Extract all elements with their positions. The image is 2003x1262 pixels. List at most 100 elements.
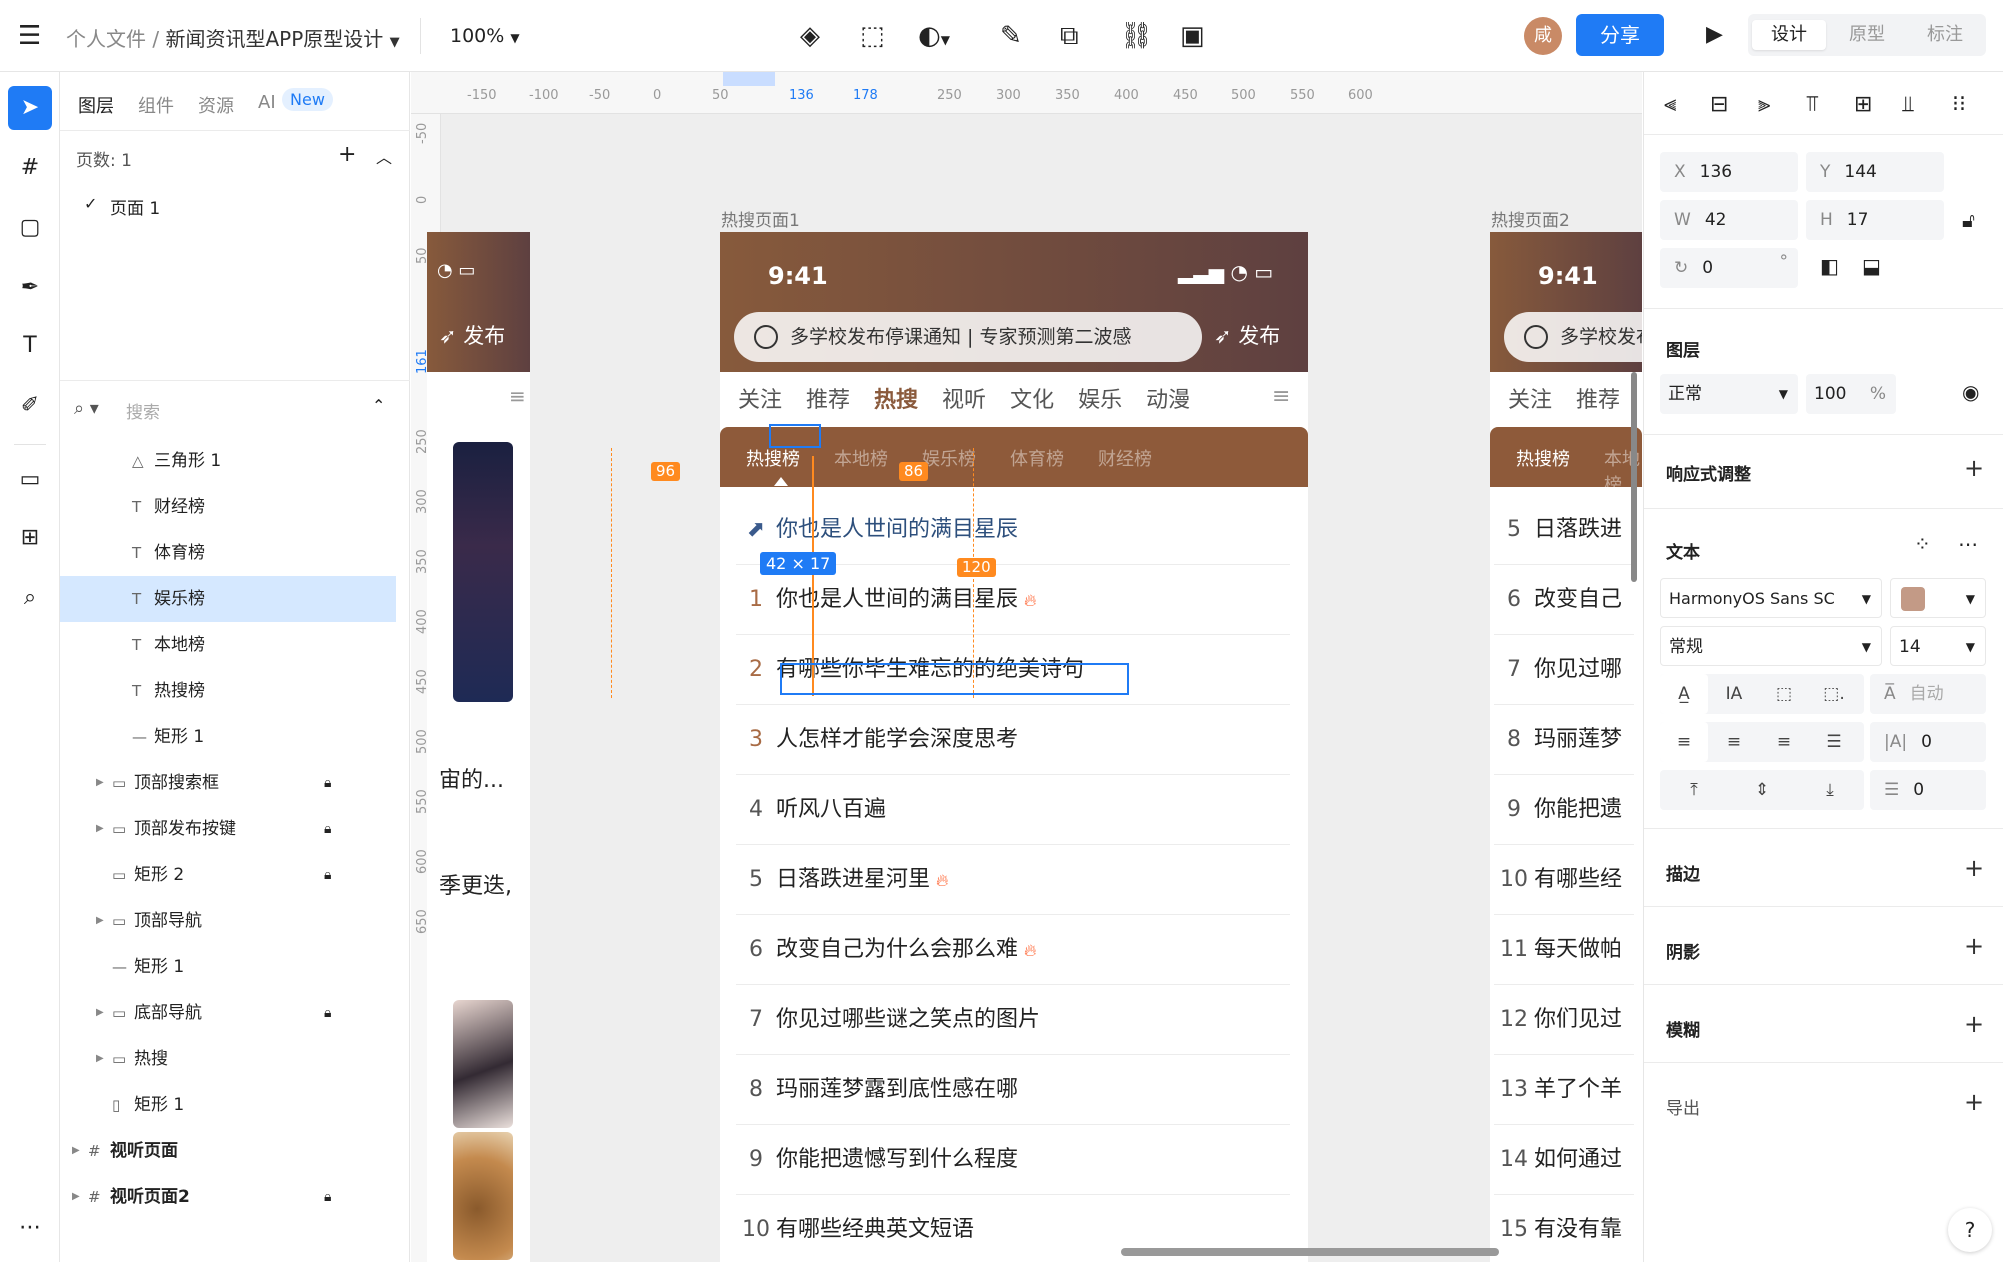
blend-mode-select[interactable]: 正常 ▼ [1660, 374, 1798, 414]
lock-ratio-icon[interactable]: 🔓︎ [1962, 208, 1975, 232]
hot-list-item[interactable]: 1 你也是人世间的满目星辰 🔥︎ [736, 565, 1290, 635]
add-shadow-icon[interactable]: + [1964, 932, 1984, 960]
expand-arrow-icon[interactable]: ▶ [96, 990, 104, 1036]
line-height-field[interactable]: A̅ 自动 [1870, 674, 1986, 714]
tab-annotate[interactable]: 标注 [1908, 20, 1982, 50]
page-item[interactable]: 页面 1 [110, 194, 160, 219]
layer-row[interactable]: T 娱乐榜 [60, 576, 396, 622]
search-icon[interactable]: ⌕ [14, 582, 46, 614]
text-auto-width-icon[interactable]: ⬚ [1760, 674, 1808, 714]
layer-search-input[interactable]: 搜索 [126, 398, 160, 423]
collapse-icon[interactable]: ︿ [376, 144, 392, 168]
lock-icon[interactable]: 🔒︎ [324, 852, 331, 898]
expand-arrow-icon[interactable]: ▶ [96, 898, 104, 944]
text-truncate-icon[interactable]: ⬚. [1810, 674, 1858, 714]
frame-transform-icon[interactable]: ⬚ [860, 22, 885, 50]
tab-design[interactable]: 设计 [1752, 20, 1826, 50]
expand-arrow-icon[interactable]: ▶ [96, 760, 104, 806]
hot-list-item[interactable]: 12 你们见过 [1494, 985, 1634, 1055]
hot-list-item[interactable]: 13 羊了个羊 [1494, 1055, 1634, 1125]
selection-box[interactable] [769, 424, 821, 448]
layer-row[interactable]: — 矩形 1 [60, 714, 396, 760]
expand-arrow-icon[interactable]: ▶ [72, 1174, 80, 1220]
layer-row[interactable]: T 体育榜 [60, 530, 396, 576]
sub-tab[interactable]: 本地榜 [834, 445, 888, 471]
expand-arrow-icon[interactable]: ▶ [72, 1128, 80, 1174]
layer-row[interactable]: T 热搜榜 [60, 668, 396, 714]
align-text-right-icon[interactable]: ≡ [1760, 722, 1808, 762]
hot-list-item[interactable]: 4 听风八百遍 [736, 775, 1290, 845]
select-tool-icon[interactable]: ➤ [8, 86, 52, 130]
nav-tab[interactable]: 娱乐 [1078, 388, 1122, 413]
text-auto-height-icon[interactable]: IA [1710, 674, 1758, 714]
hot-list-item[interactable]: 5 日落跌进 [1494, 495, 1634, 565]
text-fixed-icon[interactable]: A̲ [1660, 674, 1708, 714]
nav-tab[interactable]: 视听 [942, 388, 986, 413]
lock-icon[interactable]: 🔒︎ [324, 990, 331, 1036]
font-color-picker[interactable]: ▼ [1890, 578, 1986, 618]
frame-label[interactable]: 热搜页面1 [721, 206, 800, 231]
layer-row[interactable]: ▶ ▭ 顶部发布按键 🔒︎ [60, 806, 396, 852]
flip-horizontal-icon[interactable]: ◧ [1820, 254, 1839, 278]
distribute-icon[interactable]: ⁝⁝ [1952, 92, 1966, 117]
paragraph-spacing-field[interactable]: ☰ 0 [1870, 770, 1986, 810]
more-options-icon[interactable]: ⋯ [1958, 532, 1978, 556]
hot-list-item[interactable]: 9 你能把遗憾写到什么程度 [736, 1125, 1290, 1195]
nav-tab[interactable]: 关注 [738, 388, 782, 413]
lock-icon[interactable]: 🔒︎ [324, 1174, 331, 1220]
visibility-eye-icon[interactable]: ◉ [1962, 380, 1979, 404]
hot-list-item[interactable]: 3 人怎样才能学会深度思考 [736, 705, 1290, 775]
hot-list-item[interactable]: 6 改变自己 [1494, 565, 1634, 635]
hot-list-item[interactable]: 14 如何通过 [1494, 1125, 1634, 1195]
comment-icon[interactable]: ▭ [14, 464, 46, 496]
frame-tool-icon[interactable]: # [14, 152, 46, 184]
align-text-justify-icon[interactable]: ☰ [1810, 722, 1858, 762]
chevron-down-icon[interactable]: ▼ [390, 35, 400, 50]
pen-tool-icon[interactable]: ✒ [14, 272, 46, 304]
layer-row[interactable]: △ 三角形 1 [60, 438, 396, 484]
search-box[interactable]: 多学校发布停课通知 | 专家预测第二波感 [734, 312, 1202, 362]
horizontal-scrollbar[interactable] [1121, 1248, 1499, 1256]
layer-row[interactable]: ▯ 矩形 1 [60, 1082, 396, 1128]
layer-row[interactable]: — 矩形 1 [60, 944, 396, 990]
tab-ai[interactable]: AI [258, 92, 276, 113]
align-bottom-icon[interactable]: ⫫ [1902, 92, 1914, 117]
hot-list-item[interactable]: 15 有没有靠 [1494, 1195, 1634, 1262]
tab-prototype[interactable]: 原型 [1830, 20, 1904, 50]
align-middle-icon[interactable]: ⇕ [1738, 770, 1786, 810]
sub-tab[interactable]: 财经榜 [1098, 445, 1152, 471]
more-icon[interactable]: ⋯ [14, 1212, 46, 1244]
align-left-icon[interactable]: ⫷ [1664, 92, 1676, 117]
add-export-icon[interactable]: + [1964, 1088, 1984, 1116]
hot-list-item[interactable]: 5 日落跌进星河里 🔥︎ [736, 845, 1290, 915]
nav-tab[interactable]: 推荐 [1576, 388, 1620, 413]
zoom-dropdown[interactable]: 100% ▼ [450, 25, 520, 47]
tab-layers[interactable]: 图层 [78, 92, 114, 118]
publish-button[interactable]: ➶ 发布 [439, 320, 505, 350]
hot-list-item[interactable]: 8 玛丽莲梦 [1494, 705, 1634, 775]
hot-list-item[interactable]: 8 玛丽莲梦露到底性感在哪 [736, 1055, 1290, 1125]
layer-row[interactable]: ▶ ▭ 顶部搜索框 🔒︎ [60, 760, 396, 806]
pencil-tool-icon[interactable]: ✐ [14, 390, 46, 422]
help-button[interactable]: ? [1948, 1208, 1992, 1252]
link-icon[interactable]: ⛓ [1120, 22, 1153, 50]
w-field[interactable]: W 42 [1660, 200, 1798, 240]
crop-frame-icon[interactable]: ▣ [1180, 22, 1205, 50]
flip-vertical-icon[interactable]: ⬓ [1862, 254, 1881, 278]
add-page-icon[interactable]: + [338, 142, 356, 167]
layer-row[interactable]: ▭ 矩形 2 🔒︎ [60, 852, 396, 898]
lock-icon[interactable]: 🔒︎ [324, 806, 331, 852]
nav-tab[interactable]: 热搜 [874, 388, 918, 413]
align-vcenter-icon[interactable]: ⊞ [1854, 92, 1872, 117]
y-field[interactable]: Y 144 [1806, 152, 1944, 192]
align-top-icon[interactable]: ⤒ [1670, 770, 1718, 810]
sub-tab[interactable]: 体育榜 [1010, 445, 1064, 471]
hot-list-item[interactable]: 6 改变自己为什么会那么难 🔥︎ [736, 915, 1290, 985]
layer-row[interactable]: ▶ ▭ 底部导航 🔒︎ [60, 990, 396, 1036]
nav-tab[interactable]: 关注 [1508, 388, 1552, 413]
plugins-icon[interactable]: ⊞ [14, 522, 46, 554]
frame-label[interactable]: 热搜页面2 [1491, 206, 1570, 231]
boolean-icon[interactable]: ⧉ [1060, 22, 1079, 50]
breadcrumb-root[interactable]: 个人文件 / [66, 27, 159, 51]
rotation-field[interactable]: ↻ 0 ° [1660, 248, 1798, 288]
